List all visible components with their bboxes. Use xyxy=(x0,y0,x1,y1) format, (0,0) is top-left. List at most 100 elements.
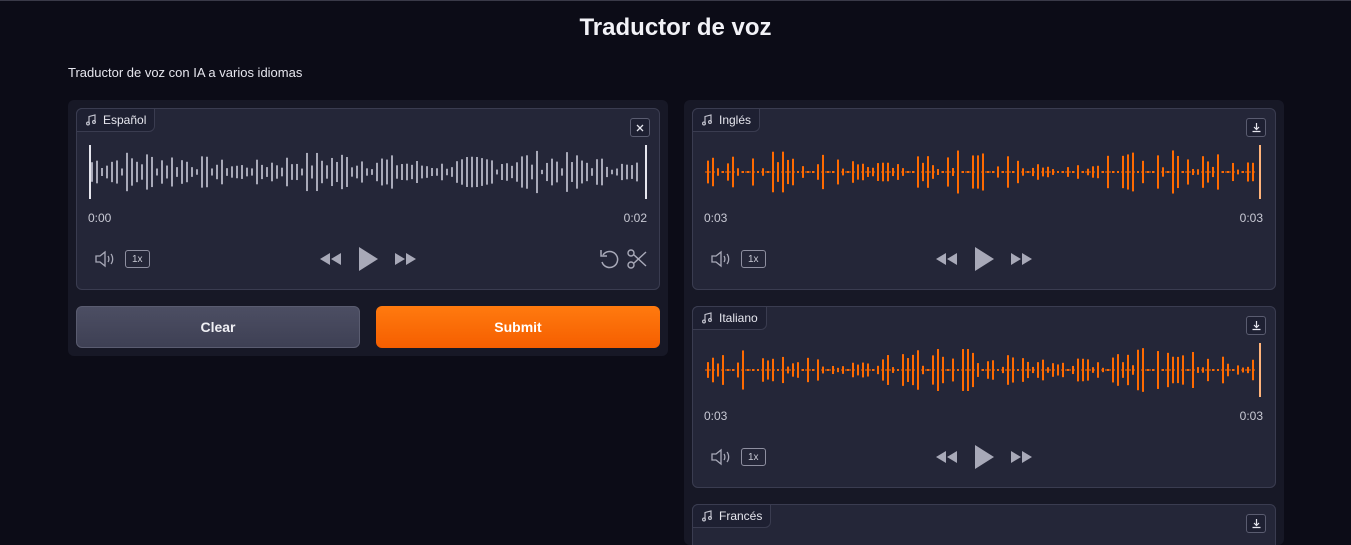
waveform-bar xyxy=(737,168,739,176)
waveform-bar xyxy=(762,168,764,176)
waveform-bar xyxy=(211,168,213,176)
waveform-bar xyxy=(1122,155,1124,189)
rewind-button[interactable] xyxy=(317,249,343,269)
waveform-bar xyxy=(727,163,729,181)
play-button[interactable] xyxy=(971,245,997,273)
music-note-icon xyxy=(702,312,712,324)
waveform-bar xyxy=(1182,171,1184,173)
rewind-icon xyxy=(936,253,957,265)
waveform-bar xyxy=(306,152,308,192)
waveform-bar xyxy=(1252,162,1254,182)
music-note-icon xyxy=(702,510,712,522)
waveform-bar xyxy=(797,362,799,378)
waveform-bar xyxy=(391,155,393,189)
output-language-label: Italiano xyxy=(719,311,758,325)
waveform-bar xyxy=(1112,171,1114,173)
waveform-bar xyxy=(747,369,749,371)
waveform-bar xyxy=(967,171,969,173)
waveform-bar xyxy=(882,359,884,381)
waveform-bar xyxy=(626,164,628,180)
rewind-icon xyxy=(320,253,341,265)
waveform-bar xyxy=(261,164,263,180)
waveform-bar xyxy=(897,369,899,371)
waveform-bar xyxy=(857,164,859,180)
waveform-end-marker xyxy=(645,145,647,199)
volume-button[interactable] xyxy=(709,445,733,469)
waveform-bar xyxy=(1197,367,1199,373)
playback-speed-button[interactable]: 1x xyxy=(125,250,150,268)
waveform-bar xyxy=(722,171,724,173)
waveform-bar xyxy=(742,350,744,390)
volume-button[interactable] xyxy=(709,247,733,271)
waveform-bar xyxy=(877,365,879,375)
waveform-bar xyxy=(321,160,323,184)
trim-button[interactable] xyxy=(625,247,649,271)
waveform-bar xyxy=(832,365,834,375)
waveform-bar xyxy=(862,362,864,378)
waveform-bar xyxy=(837,159,839,185)
output-player-controls: 1x xyxy=(693,241,1275,277)
output-audio-label: Inglés xyxy=(692,108,761,132)
waveform-bar xyxy=(922,162,924,182)
waveform-bar xyxy=(406,163,408,181)
input-waveform[interactable] xyxy=(89,145,647,199)
waveform-bar xyxy=(236,165,238,179)
waveform-bar xyxy=(1037,164,1039,180)
waveform-bar xyxy=(712,357,714,383)
waveform-bar xyxy=(1032,366,1034,374)
download-button[interactable] xyxy=(1246,514,1266,533)
waveform-bar xyxy=(907,358,909,382)
waveform-bar xyxy=(1192,168,1194,176)
waveform-bar xyxy=(717,168,719,176)
output-waveform[interactable] xyxy=(705,145,1263,199)
waveform-bar xyxy=(957,150,959,194)
waveform-bar xyxy=(1122,362,1124,378)
remove-audio-button[interactable] xyxy=(630,118,650,137)
waveform-bar xyxy=(842,366,844,374)
output-waveform[interactable] xyxy=(705,343,1263,397)
input-audio-card: Español 0:00 0:02 1x xyxy=(76,108,660,290)
waveform-bar xyxy=(802,369,804,371)
waveform-bar xyxy=(1137,171,1139,173)
play-icon xyxy=(359,247,378,271)
waveform-bar xyxy=(847,171,849,173)
play-button[interactable] xyxy=(355,245,381,273)
waveform-bar xyxy=(191,167,193,177)
submit-button[interactable]: Submit xyxy=(376,306,660,348)
waveform-bar xyxy=(556,161,558,183)
waveform-bar xyxy=(797,171,799,173)
play-button[interactable] xyxy=(971,443,997,471)
download-button[interactable] xyxy=(1246,118,1266,137)
playhead xyxy=(89,145,91,199)
playback-speed-button[interactable]: 1x xyxy=(741,448,766,466)
waveform-bar xyxy=(1002,171,1004,173)
waveform-bar xyxy=(867,167,869,177)
rewind-button[interactable] xyxy=(933,447,959,467)
rewind-button[interactable] xyxy=(933,249,959,269)
clear-button[interactable]: Clear xyxy=(76,306,360,348)
waveform-bar xyxy=(1052,363,1054,377)
waveform-bar xyxy=(131,158,133,186)
waveform-bar xyxy=(1167,352,1169,388)
input-player-controls: 1x xyxy=(77,241,659,277)
waveform-bar xyxy=(757,369,759,371)
waveform-bar xyxy=(967,349,969,391)
input-time-duration: 0:02 xyxy=(623,211,647,225)
waveform-bar xyxy=(221,159,223,185)
download-button[interactable] xyxy=(1246,316,1266,335)
waveform-bar xyxy=(241,165,243,179)
fast-forward-button[interactable] xyxy=(393,249,419,269)
waveform-bar xyxy=(717,363,719,377)
fast-forward-button[interactable] xyxy=(1009,447,1035,467)
waveform-bar xyxy=(1087,168,1089,176)
waveform-bar xyxy=(396,165,398,179)
waveform-bar xyxy=(1127,354,1129,386)
playback-speed-button[interactable]: 1x xyxy=(741,250,766,268)
page-title: Traductor de voz xyxy=(579,14,772,41)
fast-forward-button[interactable] xyxy=(1009,249,1035,269)
waveform-bar xyxy=(872,167,874,177)
waveform-bar xyxy=(461,159,463,185)
undo-button[interactable] xyxy=(597,247,621,271)
volume-button[interactable] xyxy=(93,247,117,271)
waveform-bar xyxy=(792,158,794,186)
